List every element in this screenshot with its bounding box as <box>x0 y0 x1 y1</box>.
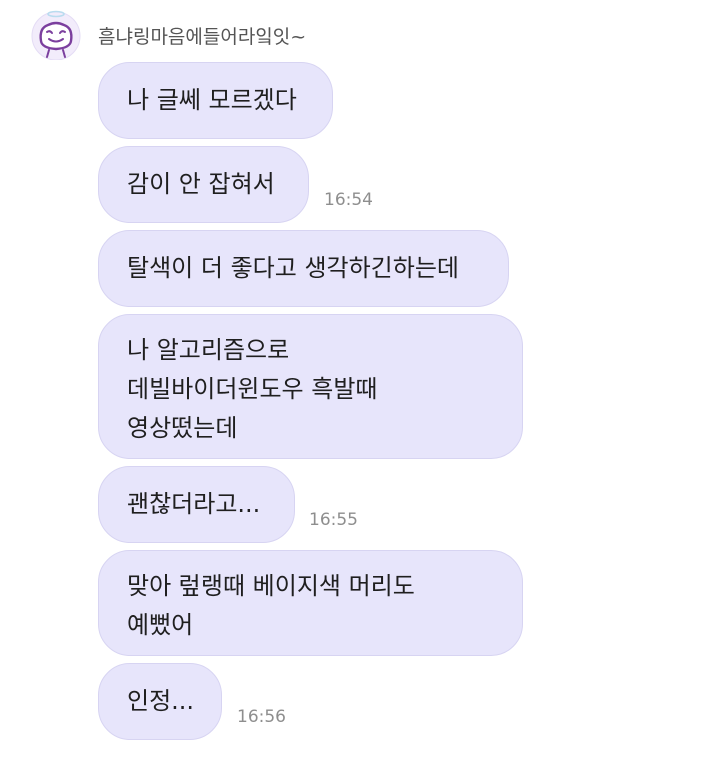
message-text: 나 알고리즘으로 <box>127 336 290 364</box>
message-bubble[interactable]: 괜찮더라고... <box>98 466 295 543</box>
message-text: 맞아 렆랭때 베이지색 머리도 <box>127 572 415 600</box>
sender-name: 흠냐링마음에들어라잌잇~ <box>98 26 307 48</box>
message-text: 예뻤어 <box>127 611 194 639</box>
message-bubble[interactable]: 나 알고리즘으로 데빌바이더윈도우 흑발때 영상떴는데 <box>98 314 523 459</box>
message-text: 감이 안 잡혀서 <box>127 170 275 198</box>
message-bubble[interactable]: 맞아 렆랭때 베이지색 머리도 예뻤어 <box>98 550 523 656</box>
message-bubble[interactable]: 나 글쎄 모르겠다 <box>98 62 333 139</box>
message-bubble[interactable]: 인정... <box>98 663 222 740</box>
message-bubble[interactable]: 탈색이 더 좋다고 생각하긴하는데 <box>98 230 509 307</box>
message-text: 나 글쎄 모르겠다 <box>127 86 297 114</box>
message-text: 데빌바이더윈도우 흑발때 <box>127 375 378 403</box>
message-text: 영상떴는데 <box>127 414 238 442</box>
message-text: 괜찮더라고... <box>127 490 261 518</box>
avatar[interactable] <box>30 8 82 61</box>
message-text: 인정... <box>127 687 195 715</box>
chat-thread: 흠냐링마음에들어라잌잇~ 나 글쎄 모르겠다 감이 안 잡혀서 16:54 탈색… <box>0 0 720 757</box>
message-bubble[interactable]: 감이 안 잡혀서 <box>98 146 309 223</box>
message-text: 탈색이 더 좋다고 생각하긴하는데 <box>127 254 460 282</box>
cartoon-face-with-halo-icon <box>31 10 81 61</box>
message-timestamp: 16:56 <box>237 707 286 727</box>
message-timestamp: 16:54 <box>324 190 373 210</box>
message-timestamp: 16:55 <box>309 510 358 530</box>
